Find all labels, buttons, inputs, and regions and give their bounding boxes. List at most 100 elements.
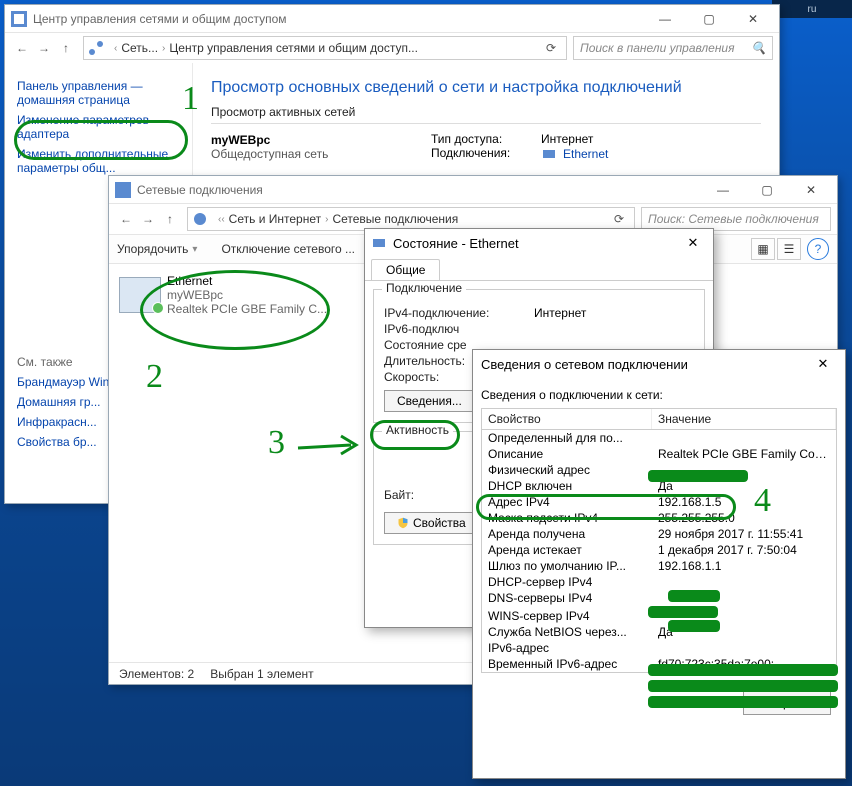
- close-button[interactable]: ✕: [789, 179, 833, 201]
- details-prop: DHCP включен: [488, 479, 658, 493]
- up-button[interactable]: ↑: [55, 37, 77, 59]
- details-prop: Определенный для по...: [488, 431, 658, 445]
- details-prop: DHCP-сервер IPv4: [488, 575, 658, 589]
- ipv4-conn-value: Интернет: [534, 306, 586, 320]
- column-value[interactable]: Значение: [652, 409, 836, 429]
- details-prop: Аренда получена: [488, 527, 658, 541]
- connections-label: Подключения:: [431, 146, 541, 162]
- properties-button[interactable]: Свойства: [384, 512, 479, 534]
- close-button[interactable]: ✕: [809, 353, 837, 375]
- details-button[interactable]: Сведения...: [384, 390, 475, 412]
- adapter-device: Realtek PCIe GBE Family C...: [167, 302, 327, 316]
- help-button[interactable]: ?: [807, 238, 829, 260]
- breadcrumb-page[interactable]: Центр управления сетями и общим доступ..…: [169, 41, 418, 55]
- close-button-bottom[interactable]: Закрыть: [743, 691, 831, 715]
- dialog-connection-details: Сведения о сетевом подключении ✕ Сведени…: [472, 349, 846, 779]
- details-row[interactable]: Определенный для по...: [482, 430, 836, 446]
- connection-ethernet-link[interactable]: Ethernet: [563, 147, 608, 161]
- forward-button[interactable]: →: [33, 37, 55, 59]
- details-val: 192.168.1.1: [658, 559, 830, 573]
- details-val: 255.255.255.0: [658, 511, 830, 525]
- page-header-fragment: ru: [772, 0, 852, 18]
- disable-device-button[interactable]: Отключение сетевого ...: [221, 242, 355, 256]
- details-prop: WINS-сервер IPv4: [488, 609, 658, 623]
- organize-button[interactable]: Упорядочить▾: [117, 242, 201, 256]
- refresh-button[interactable]: [608, 208, 630, 230]
- ipv6-conn-label: IPv6-подключ: [384, 322, 534, 336]
- details-row[interactable]: DNS-серверы IPv4: [482, 590, 836, 606]
- column-property[interactable]: Свойство: [482, 409, 652, 429]
- maximize-button[interactable]: ▢: [745, 179, 789, 201]
- details-row[interactable]: WINS-сервер IPv4: [482, 608, 836, 624]
- details-list[interactable]: Определенный для по...ОписаниеRealtek PC…: [481, 430, 837, 673]
- details-row[interactable]: Аренда получена29 ноября 2017 г. 11:55:4…: [482, 526, 836, 542]
- details-row[interactable]: Физический адрес: [482, 462, 836, 478]
- link-change-adapters[interactable]: Изменение параметров адаптера: [17, 113, 180, 141]
- details-row[interactable]: Маска подсети IPv4255.255.255.0: [482, 510, 836, 526]
- breadcrumb-chevron-icon: ‹: [114, 43, 117, 54]
- titlebar-network-connections: Сетевые подключения — ▢ ✕: [109, 176, 837, 204]
- access-type-label: Тип доступа:: [431, 132, 541, 146]
- details-row[interactable]: DHCP включенДа: [482, 478, 836, 494]
- breadcrumb-network-internet[interactable]: Сеть и Интернет: [229, 212, 321, 226]
- details-title: Сведения о сетевом подключении: [481, 357, 809, 372]
- details-prop: Аренда истекает: [488, 543, 658, 557]
- ethernet-icon: [541, 146, 557, 162]
- search-placeholder: Поиск в панели управления: [580, 41, 735, 55]
- details-prop: Адрес IPv4: [488, 495, 658, 509]
- link-control-panel-home[interactable]: Панель управления — домашняя страница: [17, 79, 180, 107]
- details-row[interactable]: Аренда истекает1 декабря 2017 г. 7:50:04: [482, 542, 836, 558]
- view-details-button[interactable]: ☰: [777, 238, 801, 260]
- address-bar[interactable]: ‹ Сеть... › Центр управления сетями и об…: [83, 36, 567, 60]
- details-list-header: Свойство Значение: [481, 408, 837, 430]
- search-placeholder: Поиск: Сетевые подключения: [648, 212, 819, 226]
- details-val: 29 ноября 2017 г. 11:55:41: [658, 527, 830, 541]
- details-row[interactable]: Шлюз по умолчанию IP...192.168.1.1: [482, 558, 836, 574]
- minimize-button[interactable]: —: [701, 179, 745, 201]
- window-title: Сетевые подключения: [137, 183, 701, 197]
- window-icon: [11, 11, 27, 27]
- details-val: 1 декабря 2017 г. 7:50:04: [658, 543, 830, 557]
- details-prop: Физический адрес: [488, 463, 658, 477]
- minimize-button[interactable]: —: [643, 8, 687, 30]
- details-subtitle: Сведения о подключении к сети:: [481, 388, 837, 402]
- network-type: Общедоступная сеть: [211, 147, 431, 161]
- maximize-button[interactable]: ▢: [687, 8, 731, 30]
- adapter-item-ethernet[interactable]: Ethernet myWEBpc Realtek PCIe GBE Family…: [115, 270, 335, 320]
- details-val: Да: [658, 479, 830, 493]
- details-val: Да: [658, 625, 830, 639]
- details-val: 192.168.1.5: [658, 495, 830, 509]
- details-val: [658, 641, 830, 655]
- status-selection: Выбран 1 элемент: [210, 667, 313, 681]
- back-button[interactable]: ←: [11, 37, 33, 59]
- close-button[interactable]: ✕: [679, 232, 707, 254]
- details-val: [658, 609, 830, 623]
- link-change-sharing[interactable]: Изменить дополнительные параметры общ...: [17, 147, 180, 175]
- details-prop: Описание: [488, 447, 658, 461]
- network-name: myWEBpc: [211, 133, 431, 147]
- up-button[interactable]: ↑: [159, 208, 181, 230]
- details-row[interactable]: Адрес IPv4192.168.1.5: [482, 494, 836, 510]
- details-prop: Служба NetBIOS через...: [488, 625, 658, 639]
- back-button[interactable]: ←: [115, 208, 137, 230]
- nav-toolbar: ← → ↑ ‹ Сеть... › Центр управления сетям…: [5, 33, 779, 63]
- window-title: Центр управления сетями и общим доступом: [33, 12, 643, 26]
- details-row[interactable]: DHCP-сервер IPv4: [482, 574, 836, 590]
- details-row[interactable]: Временный IPv6-адресfd70:723c:35da:7e00:…: [482, 656, 836, 672]
- view-icons-button[interactable]: ▦: [751, 238, 775, 260]
- search-box[interactable]: Поиск в панели управления 🔍: [573, 36, 773, 60]
- details-prop: IPv6-адрес: [488, 641, 658, 655]
- breadcrumb-network[interactable]: Сеть...: [121, 41, 158, 55]
- refresh-button[interactable]: [540, 37, 562, 59]
- details-row[interactable]: IPv6-адрес: [482, 640, 836, 656]
- window-icon: [115, 182, 131, 198]
- group-legend: Подключение: [382, 281, 466, 295]
- details-row[interactable]: Служба NetBIOS через...Да: [482, 624, 836, 640]
- details-row[interactable]: ОписаниеRealtek PCIe GBE Family Controll…: [482, 446, 836, 462]
- tab-general[interactable]: Общие: [371, 259, 440, 280]
- forward-button[interactable]: →: [137, 208, 159, 230]
- breadcrumb-connections[interactable]: Сетевые подключения: [332, 212, 458, 226]
- search-icon: 🔍: [751, 41, 766, 55]
- breadcrumb-chevron-icon: ›: [325, 214, 328, 225]
- close-button[interactable]: ✕: [731, 8, 775, 30]
